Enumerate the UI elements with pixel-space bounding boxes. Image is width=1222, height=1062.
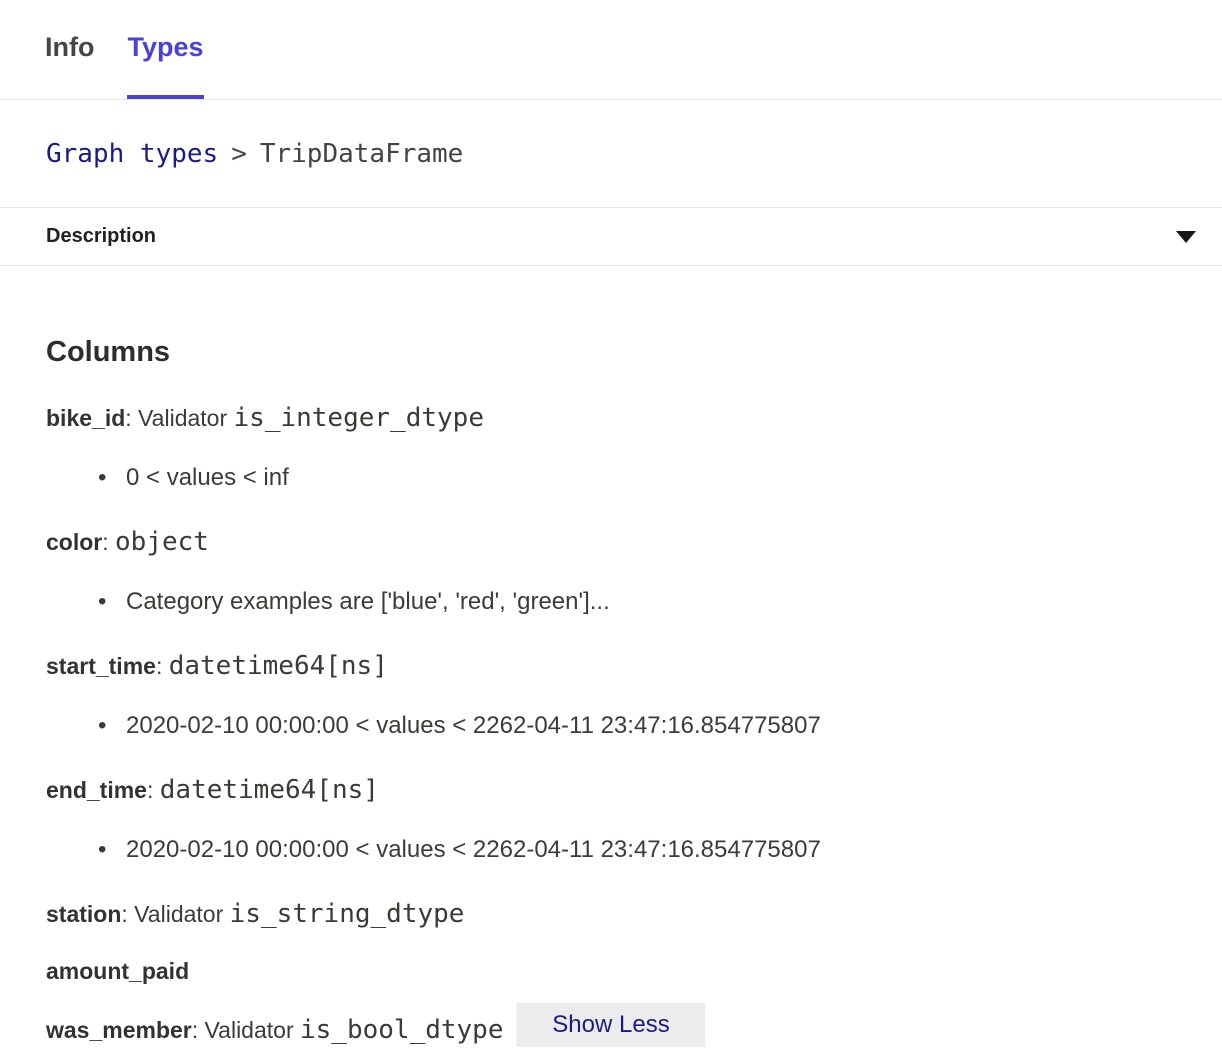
column-constraint: Category examples are ['blue', 'red', 'g…: [46, 586, 1176, 617]
column-type-code: is_string_dtype: [230, 899, 465, 929]
types-panel: Info Types Graph types > TripDataFrame D…: [0, 0, 1222, 1062]
tab-bar: Info Types: [0, 0, 1222, 100]
description-label: Description: [46, 225, 156, 248]
column-constraints: 2020-02-10 00:00:00 < values < 2262-04-1…: [46, 710, 1176, 741]
column-entry-amount_paid: amount_paid: [46, 956, 1176, 987]
column-constraints: 0 < values < inf: [46, 462, 1176, 493]
description-header[interactable]: Description: [0, 208, 1222, 266]
tab-info[interactable]: Info: [45, 0, 94, 99]
tab-types[interactable]: Types: [127, 0, 203, 99]
column-type-code: datetime64[ns]: [160, 775, 379, 805]
column-separator: :: [102, 529, 115, 555]
show-less-button[interactable]: Show Less: [516, 1003, 705, 1047]
column-separator: : Validator: [125, 405, 233, 431]
column-name: bike_id: [46, 405, 125, 431]
column-constraints: 2020-02-10 00:00:00 < values < 2262-04-1…: [46, 834, 1176, 865]
column-constraints: Category examples are ['blue', 'red', 'g…: [46, 586, 1176, 617]
column-name: was_member: [46, 1017, 192, 1043]
column-type-code: is_integer_dtype: [234, 403, 484, 433]
column-entry-color: color: object: [46, 527, 1176, 558]
column-entry-station: station: Validator is_string_dtype: [46, 899, 1176, 930]
columns-list: bike_id: Validator is_integer_dtype0 < v…: [46, 403, 1176, 1046]
columns-section: Columns bike_id: Validator is_integer_dt…: [0, 336, 1222, 1046]
column-type-code: datetime64[ns]: [169, 651, 388, 681]
column-type-code: is_bool_dtype: [300, 1015, 504, 1045]
column-entry-end_time: end_time: datetime64[ns]: [46, 775, 1176, 806]
column-separator: : Validator: [192, 1017, 300, 1043]
column-separator: :: [156, 653, 169, 679]
breadcrumb: Graph types > TripDataFrame: [0, 100, 1222, 208]
column-name: end_time: [46, 777, 147, 803]
breadcrumb-link-graph-types[interactable]: Graph types: [46, 139, 218, 169]
breadcrumb-current: TripDataFrame: [260, 139, 464, 169]
chevron-down-icon[interactable]: [1176, 231, 1196, 243]
column-constraint: 2020-02-10 00:00:00 < values < 2262-04-1…: [46, 710, 1176, 741]
column-name: amount_paid: [46, 958, 189, 984]
columns-heading: Columns: [46, 336, 1176, 369]
column-type-code: object: [115, 527, 209, 557]
column-name: color: [46, 529, 102, 555]
column-entry-start_time: start_time: datetime64[ns]: [46, 651, 1176, 682]
breadcrumb-separator: >: [231, 139, 247, 169]
column-separator: : Validator: [121, 901, 229, 927]
column-name: station: [46, 901, 121, 927]
column-constraint: 0 < values < inf: [46, 462, 1176, 493]
column-separator: :: [147, 777, 160, 803]
column-constraint: 2020-02-10 00:00:00 < values < 2262-04-1…: [46, 834, 1176, 865]
column-name: start_time: [46, 653, 156, 679]
column-entry-bike_id: bike_id: Validator is_integer_dtype: [46, 403, 1176, 434]
